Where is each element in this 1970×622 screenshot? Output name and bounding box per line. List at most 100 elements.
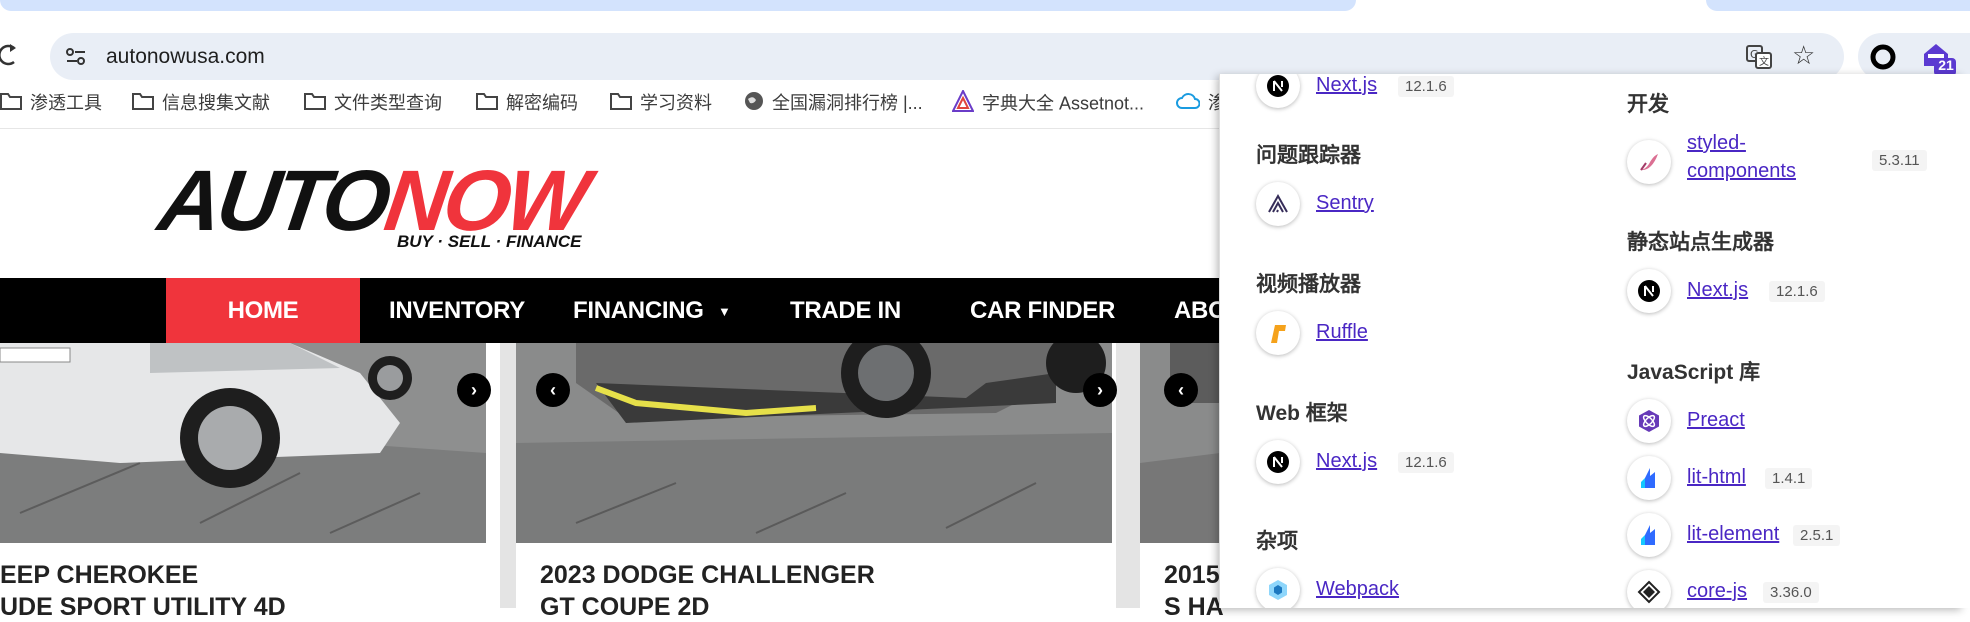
wappalyzer-popup: Next.js 12.1.6 问题跟踪器 Sentry 视频播放器 Ruffle… — [1219, 74, 1963, 608]
prev-arrow-button[interactable]: ‹ — [536, 373, 570, 407]
folder-icon — [610, 91, 632, 117]
extensions-area: 21 — [1858, 33, 1970, 80]
vehicle-card[interactable]: ‹ › 2023 DODGE CHALLENGER GT COUPE 2D — [516, 343, 1117, 621]
category-web-frameworks: Web 框架 — [1256, 402, 1348, 425]
dropdown-arrow-icon: ▼ — [718, 304, 731, 320]
address-bar[interactable]: autonowusa.com G文 ☆ — [50, 33, 1844, 80]
tech-version: 1.4.1 — [1765, 468, 1813, 489]
url-text[interactable]: autonowusa.com — [106, 44, 265, 70]
bookmark-item[interactable]: 全国漏洞排行榜 |... — [744, 90, 923, 116]
bookmark-item[interactable]: 文件类型查询 — [304, 90, 442, 116]
category-development: 开发 — [1627, 93, 1669, 116]
next-arrow-button[interactable]: › — [457, 373, 491, 407]
next-arrow-button[interactable]: › — [1083, 373, 1117, 407]
nav-financing-label: FINANCING — [573, 297, 704, 324]
logo-tagline: BUY · SELL · FINANCE — [397, 232, 582, 251]
bookmark-label: 信息搜集文献 — [162, 93, 270, 113]
lit-icon — [1627, 456, 1671, 500]
bookmark-item[interactable]: 字典大全 Assetnot... — [951, 88, 1145, 119]
chevron-left-icon: ‹ — [550, 380, 556, 400]
site-settings-icon[interactable] — [64, 45, 88, 69]
bookmark-label: 学习资料 — [640, 93, 712, 113]
bookmark-item[interactable]: 信息搜集文献 — [132, 90, 270, 116]
tech-name[interactable]: core-js — [1687, 580, 1747, 603]
bookmark-label: 全国漏洞排行榜 |... — [772, 93, 923, 113]
tech-name[interactable]: Webpack — [1316, 578, 1399, 601]
webpack-icon — [1256, 568, 1300, 608]
nav-financing[interactable]: FINANCING ▼ — [573, 278, 731, 343]
lit-icon — [1627, 513, 1671, 557]
category-static-site-generators: 静态站点生成器 — [1627, 231, 1774, 254]
tab-edge-right[interactable] — [1706, 0, 1970, 11]
logo-text-auto: AUTO — [153, 153, 393, 249]
tab-strip — [0, 0, 1970, 12]
tech-name[interactable]: Next.js — [1316, 450, 1377, 473]
bookmark-label: 文件类型查询 — [334, 93, 442, 113]
nav-inventory[interactable]: INVENTORY — [389, 278, 525, 343]
vehicle-title[interactable]: EEP CHEROKEE — [0, 561, 198, 590]
website-page: AUTONOW BUY · SELL · FINANCE HOME INVENT… — [0, 129, 1227, 621]
bookmark-item[interactable]: 解密编码 — [476, 90, 578, 116]
svg-text:文: 文 — [1759, 55, 1769, 68]
inventory-carousel: › EEP CHEROKEE UDE SPORT UTILITY 4D ‹ › … — [0, 343, 1224, 621]
chevron-right-icon: › — [1097, 380, 1103, 400]
tech-version: 3.36.0 — [1763, 582, 1819, 603]
tech-version: 5.3.11 — [1872, 150, 1927, 171]
bookmark-star-icon[interactable]: ☆ — [1792, 40, 1815, 70]
assetnote-icon — [951, 88, 975, 119]
tech-version: 12.1.6 — [1398, 452, 1454, 473]
bookmark-label: 字典大全 Assetnot... — [982, 93, 1145, 114]
page-edge — [1962, 74, 1970, 608]
wappalyzer-extension-icon[interactable]: 21 — [1922, 40, 1956, 76]
nextjs-icon — [1256, 440, 1300, 484]
extension-ring-icon[interactable] — [1870, 44, 1896, 70]
reload-icon[interactable] — [0, 42, 20, 68]
sentry-icon — [1256, 182, 1300, 226]
bookmark-label: 解密编码 — [506, 93, 578, 113]
bookmark-item[interactable]: 渗透工具 — [0, 90, 102, 116]
folder-icon — [304, 91, 326, 117]
bookmark-item[interactable]: 学习资料 — [610, 90, 712, 116]
prev-arrow-button[interactable]: ‹ — [1164, 373, 1198, 407]
tech-name[interactable]: Next.js — [1687, 279, 1748, 302]
vehicle-photo[interactable] — [0, 343, 486, 543]
tech-version: 12.1.6 — [1769, 281, 1825, 302]
nav-trade-in[interactable]: TRADE IN — [790, 278, 901, 343]
active-tab-edge[interactable] — [0, 0, 1356, 11]
category-video-players: 视频播放器 — [1256, 273, 1361, 296]
tech-version: 12.1.6 — [1398, 76, 1454, 97]
category-miscellaneous: 杂项 — [1256, 530, 1298, 553]
translate-icon[interactable]: G文 — [1744, 42, 1774, 72]
styled-components-icon — [1627, 140, 1671, 184]
globe-icon — [744, 91, 764, 118]
bookmark-label: 渗透工具 — [30, 93, 102, 113]
tech-name[interactable]: Next.js — [1316, 74, 1377, 97]
tech-version: 2.5.1 — [1793, 525, 1841, 546]
nav-car-finder[interactable]: CAR FINDER — [970, 278, 1115, 343]
tech-name[interactable]: Ruffle — [1316, 321, 1368, 344]
preact-icon — [1627, 399, 1671, 443]
tech-name[interactable]: Preact — [1687, 409, 1745, 432]
nav-home[interactable]: HOME — [166, 278, 360, 343]
vehicle-card[interactable]: ‹ 2015 S HA — [1140, 343, 1224, 621]
category-javascript-libraries: JavaScript 库 — [1627, 361, 1761, 384]
nextjs-icon — [1627, 269, 1671, 313]
vehicle-card[interactable]: › EEP CHEROKEE UDE SPORT UTILITY 4D — [0, 343, 500, 621]
vehicle-photo[interactable] — [516, 343, 1112, 543]
vehicle-title[interactable]: 2015 — [1164, 561, 1220, 590]
ruffle-icon — [1256, 311, 1300, 355]
vehicle-title[interactable]: 2023 DODGE CHALLENGER — [540, 561, 875, 590]
autonow-logo[interactable]: AUTONOW BUY · SELL · FINANCE — [153, 153, 630, 253]
tech-name[interactable]: Sentry — [1316, 192, 1374, 215]
nextjs-icon — [1256, 74, 1300, 108]
folder-icon — [132, 91, 154, 117]
tech-name-line1[interactable]: styled- — [1687, 132, 1746, 155]
chevron-right-icon: › — [471, 380, 477, 400]
tech-name[interactable]: lit-element — [1687, 523, 1779, 546]
extension-badge: 21 — [1938, 57, 1954, 73]
tech-name[interactable]: lit-html — [1687, 466, 1746, 489]
site-navbar: HOME INVENTORY FINANCING ▼ TRADE IN CAR … — [0, 278, 1227, 343]
tech-name-line2[interactable]: components — [1687, 160, 1796, 183]
cloud-icon — [1176, 91, 1201, 117]
folder-icon — [476, 91, 498, 117]
